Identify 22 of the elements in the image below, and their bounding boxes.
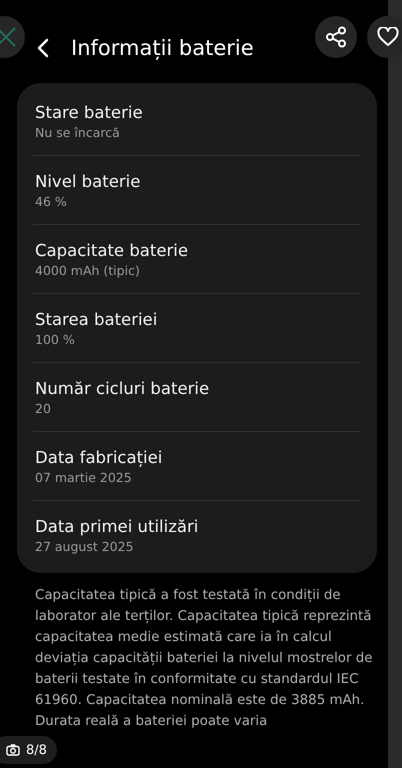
item-label: Număr cicluri baterie: [35, 378, 210, 398]
item-label: Nivel baterie: [35, 172, 142, 190]
item-value: 46 %: [35, 194, 68, 208]
item-label: Data primei utilizări: [35, 516, 200, 536]
item-value: Nu se încarcă: [35, 124, 121, 140]
item-value: 100 %: [35, 332, 76, 346]
item-value: 4000 mAh (tipic): [35, 262, 141, 278]
camera-icon: [6, 744, 20, 756]
item-label: Data fabricației: [35, 448, 164, 466]
item-value: 27 august 2025: [35, 538, 135, 554]
back-icon[interactable]: [37, 38, 49, 58]
heart-icon: [377, 27, 399, 47]
item-value: 07 martie 2025: [35, 470, 133, 484]
capacity-note: Capacitatea tipică a fost testată în condiții de laborator ale terților. Capacitatea tipică reprezintă capacitatea medie estimată care ia în calcul deviația capacității bateriei la nivelul mostrelor de baterii testate în conformitate cu standardul IEC 61960. Capacitatea nominală este de 3885 mAh. Durata reală a bateriei poate varia: [35, 587, 374, 731]
counter-text: 8/8: [26, 742, 47, 758]
share-icon: [325, 26, 347, 48]
close-icon: [0, 26, 17, 48]
screen-title: Informații baterie: [71, 36, 254, 60]
item-label: Capacitate baterie: [35, 240, 190, 260]
item-label: Stare baterie: [35, 102, 144, 122]
item-value: 20: [35, 400, 52, 416]
item-label: Starea bateriei: [35, 310, 158, 328]
